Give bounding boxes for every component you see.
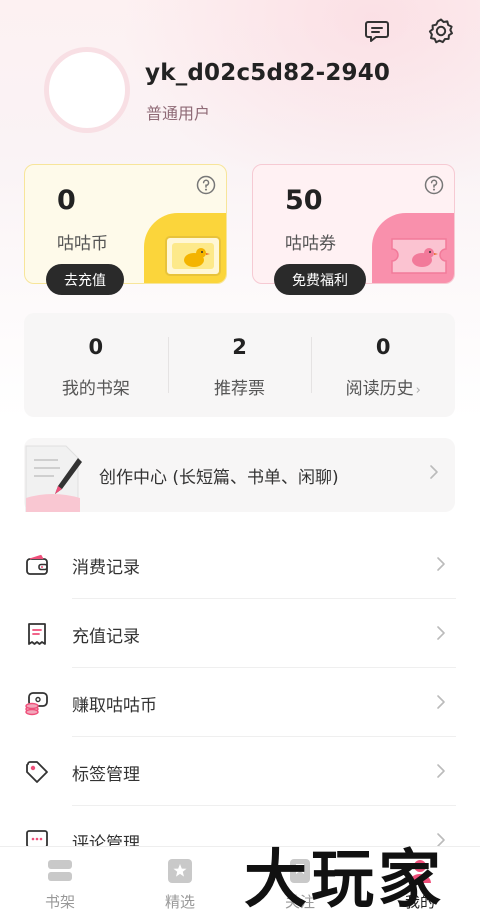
username: yk_d02c5d82-2940 bbox=[145, 60, 391, 86]
coin-amount: 0 bbox=[57, 185, 76, 216]
menu-item-earn-coins[interactable]: 赚取咕咕币 bbox=[0, 668, 480, 737]
nav-label: 精选 bbox=[164, 893, 195, 911]
menu-list: 消费记录 充值记录 赚取咕咕币 标签管理 评论管理 bbox=[0, 530, 480, 875]
coin-bird-illustration bbox=[144, 213, 226, 283]
tag-icon bbox=[26, 761, 48, 783]
ticket-bird-illustration bbox=[372, 213, 454, 283]
stat-bookshelf[interactable]: 0 我的书架 bbox=[24, 313, 168, 417]
menu-item-tag-management[interactable]: 标签管理 bbox=[0, 737, 480, 806]
stat-label: 阅读历史 bbox=[345, 379, 414, 399]
menu-item-label: 标签管理 bbox=[72, 765, 140, 785]
nav-tab-featured[interactable]: 精选 bbox=[120, 847, 240, 922]
stat-label: 推荐票 bbox=[214, 379, 265, 399]
coin-label: 咕咕币 bbox=[57, 234, 108, 254]
watermark-logo: 大玩家 bbox=[244, 843, 445, 916]
free-welfare-button[interactable]: 免费福利 bbox=[274, 264, 366, 295]
avatar[interactable] bbox=[44, 47, 130, 133]
menu-item-label: 消费记录 bbox=[72, 558, 140, 578]
nav-tab-bookshelf[interactable]: 书架 bbox=[0, 847, 120, 922]
stat-value: 0 bbox=[88, 335, 104, 359]
menu-item-recharge-records[interactable]: 充值记录 bbox=[0, 599, 480, 668]
chevron-right-icon bbox=[437, 764, 445, 778]
message-icon[interactable] bbox=[360, 14, 394, 48]
recharge-button[interactable]: 去充值 bbox=[46, 264, 124, 295]
receipt-icon bbox=[28, 623, 46, 645]
nav-label: 书架 bbox=[44, 893, 75, 911]
chevron-right-icon bbox=[437, 557, 445, 571]
stat-recommend-tickets[interactable]: 2 推荐票 bbox=[167, 313, 312, 417]
chevron-right-icon: › bbox=[415, 383, 421, 398]
creation-center[interactable]: 创作中心 (长短篇、书单、闲聊) bbox=[24, 438, 455, 512]
help-icon[interactable] bbox=[196, 175, 216, 195]
gear-icon[interactable] bbox=[424, 14, 458, 48]
creation-center-label: 创作中心 (长短篇、书单、闲聊) bbox=[99, 468, 339, 488]
stat-value: 2 bbox=[232, 335, 247, 359]
menu-item-label: 充值记录 bbox=[72, 627, 140, 647]
ticket-amount: 50 bbox=[285, 185, 323, 216]
menu-item-label: 赚取咕咕币 bbox=[72, 696, 157, 716]
ticket-label: 咕咕券 bbox=[285, 234, 336, 254]
user-level: 普通用户 bbox=[146, 104, 211, 123]
menu-item-consumption-records[interactable]: 消费记录 bbox=[0, 530, 480, 599]
bookshelf-icon bbox=[48, 860, 72, 881]
chevron-right-icon bbox=[437, 626, 445, 640]
help-icon[interactable] bbox=[424, 175, 444, 195]
stat-label: 我的书架 bbox=[61, 379, 130, 399]
wallet-icon bbox=[26, 554, 48, 575]
chevron-right-icon bbox=[430, 465, 438, 479]
stat-reading-history[interactable]: 0 阅读历史 › bbox=[311, 313, 455, 417]
document-pen-icon bbox=[25, 445, 82, 512]
stat-value: 0 bbox=[375, 335, 391, 359]
coin-earn-icon bbox=[25, 692, 48, 716]
chevron-right-icon bbox=[437, 695, 445, 709]
stats-panel: 0 我的书架 2 推荐票 0 阅读历史 › bbox=[24, 313, 455, 417]
stat-label-wrap: 阅读历史 › bbox=[311, 374, 455, 399]
featured-icon bbox=[168, 859, 192, 883]
